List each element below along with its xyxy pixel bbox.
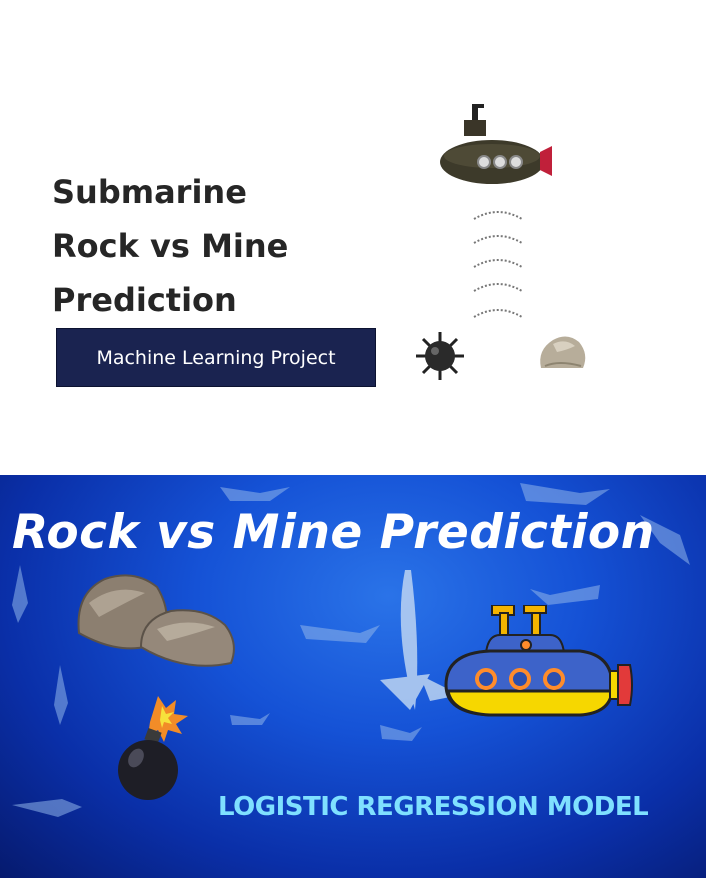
project-label-box: Machine Learning Project [56, 328, 376, 387]
top-title-line-3: Prediction [52, 281, 237, 319]
top-title: Submarine Rock vs Mine Prediction [52, 165, 288, 327]
boulders-icon [77, 574, 235, 667]
bottom-title: Rock vs Mine Prediction [12, 505, 655, 560]
rock-icon [540, 336, 586, 368]
top-title-line-2: Rock vs Mine [52, 227, 289, 265]
top-panel: Submarine Rock vs Mine Prediction Machin… [0, 0, 706, 475]
cartoon-submarine-icon [444, 605, 633, 717]
sea-mine-icon [416, 332, 464, 380]
model-label: LOGISTIC REGRESSION MODEL [218, 792, 649, 822]
project-label: Machine Learning Project [96, 346, 336, 369]
top-title-line-1: Submarine [52, 173, 247, 211]
bomb-icon [118, 696, 188, 800]
submarine-icon [440, 104, 552, 184]
sonar-waves-icon [473, 211, 523, 318]
